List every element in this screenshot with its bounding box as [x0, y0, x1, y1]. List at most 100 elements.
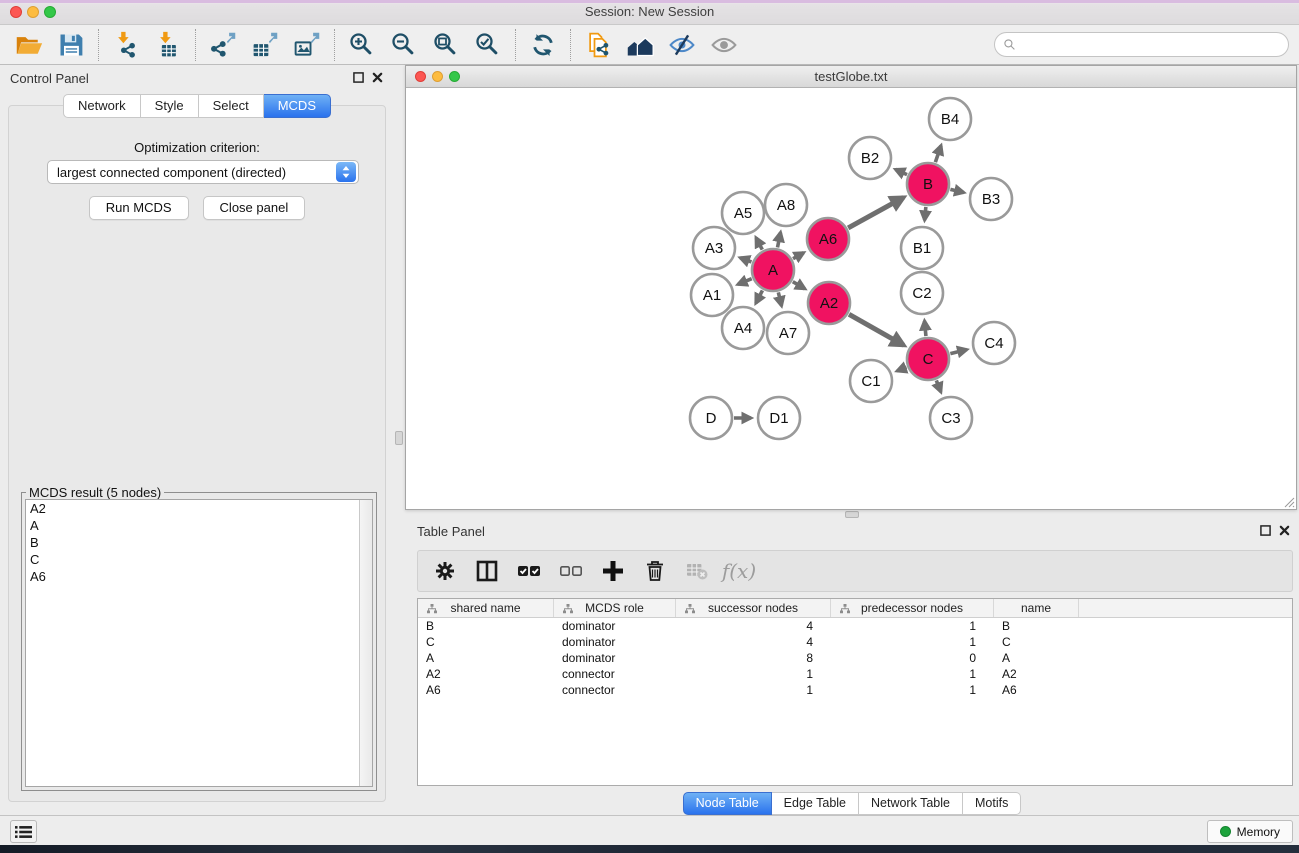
graph-node-A5[interactable]: A5: [722, 192, 764, 234]
mcds-result-item-c[interactable]: C: [26, 551, 372, 568]
window-resize-grip[interactable]: [1282, 495, 1295, 508]
home-button[interactable]: [619, 27, 661, 63]
column-header-shared-name[interactable]: shared name: [418, 599, 554, 617]
column-header-name[interactable]: name: [994, 599, 1079, 617]
table-row[interactable]: Bdominator41B: [418, 618, 1292, 634]
network-from-file-button[interactable]: [577, 27, 619, 63]
close-panel-action-button[interactable]: Close panel: [203, 196, 306, 220]
graph-node-A6[interactable]: A6: [807, 218, 849, 260]
graph-node-C3[interactable]: C3: [930, 397, 972, 439]
select-all-columns-button[interactable]: [510, 553, 548, 589]
graph-node-C2[interactable]: C2: [901, 272, 943, 314]
graph-edge-A-A8[interactable]: [778, 232, 781, 247]
column-header-mcds-role[interactable]: MCDS role: [554, 599, 676, 617]
create-column-button[interactable]: [594, 553, 632, 589]
search-input[interactable]: [1016, 38, 1288, 52]
tab-edge-table[interactable]: Edge Table: [772, 792, 859, 815]
export-image-button[interactable]: [286, 27, 328, 63]
tab-node-table[interactable]: Node Table: [683, 792, 772, 815]
close-panel-button[interactable]: [371, 71, 384, 84]
graph-edge-A-A6[interactable]: [793, 253, 804, 259]
unselect-all-columns-button[interactable]: [552, 553, 590, 589]
graph-node-A2[interactable]: A2: [808, 282, 850, 324]
network-graph-canvas[interactable]: AA1A2A3A4A5A6A7A8BB1B2B3B4CC1C2C3C4DD1: [406, 89, 1296, 509]
show-all-button[interactable]: [703, 27, 745, 63]
graph-edge-A2-C[interactable]: [849, 314, 904, 345]
search-box[interactable]: [994, 32, 1289, 57]
graph-node-C4[interactable]: C4: [973, 322, 1015, 364]
column-header-successor-nodes[interactable]: successor nodes: [676, 599, 831, 617]
zoom-fit-button[interactable]: [425, 27, 467, 63]
refresh-button[interactable]: [522, 27, 564, 63]
graph-edge-A-A3[interactable]: [740, 258, 751, 262]
float-panel-button[interactable]: [352, 71, 365, 84]
tab-mcds[interactable]: MCDS: [264, 94, 331, 118]
graph-edge-A6-B[interactable]: [848, 197, 903, 227]
table-row[interactable]: Cdominator41C: [418, 634, 1292, 650]
graph-node-B1[interactable]: B1: [901, 227, 943, 269]
mcds-result-item-a6[interactable]: A6: [26, 568, 372, 585]
graph-edge-A-A7[interactable]: [778, 292, 781, 305]
mcds-result-item-a2[interactable]: A2: [26, 500, 372, 517]
zoom-out-button[interactable]: [383, 27, 425, 63]
import-table-button[interactable]: [147, 27, 189, 63]
export-network-button[interactable]: [202, 27, 244, 63]
graph-edge-C-C4[interactable]: [950, 350, 966, 354]
zoom-selected-button[interactable]: [467, 27, 509, 63]
horizontal-splitter-grip[interactable]: [845, 511, 859, 518]
mcds-result-item-a[interactable]: A: [26, 517, 372, 534]
graph-edge-B-B4[interactable]: [935, 146, 941, 163]
column-header-predecessor-nodes[interactable]: predecessor nodes: [831, 599, 994, 617]
import-network-button[interactable]: [105, 27, 147, 63]
graph-node-D[interactable]: D: [690, 397, 732, 439]
graph-edge-B-B2[interactable]: [896, 169, 907, 174]
tab-style[interactable]: Style: [141, 94, 199, 118]
memory-button[interactable]: Memory: [1207, 820, 1293, 843]
graph-node-A8[interactable]: A8: [765, 184, 807, 226]
vertical-splitter-grip[interactable]: [395, 431, 403, 445]
graph-node-B3[interactable]: B3: [970, 178, 1012, 220]
tab-network[interactable]: Network: [63, 94, 141, 118]
tab-motifs[interactable]: Motifs: [963, 792, 1021, 815]
hide-selected-button[interactable]: [661, 27, 703, 63]
table-settings-button[interactable]: [426, 553, 464, 589]
graph-node-A7[interactable]: A7: [767, 312, 809, 354]
close-table-panel-button[interactable]: [1278, 524, 1291, 537]
graph-edge-C-C1[interactable]: [897, 367, 906, 371]
zoom-in-button[interactable]: [341, 27, 383, 63]
graph-edge-B-B1[interactable]: [925, 207, 926, 220]
mcds-result-item-b[interactable]: B: [26, 534, 372, 551]
graph-node-C[interactable]: C: [907, 338, 949, 380]
graph-edge-B-B3[interactable]: [950, 189, 963, 192]
delete-columns-button[interactable]: [636, 553, 674, 589]
graph-node-C1[interactable]: C1: [850, 360, 892, 402]
node-table[interactable]: shared nameMCDS rolesuccessor nodesprede…: [417, 598, 1293, 786]
graph-edge-A-A2[interactable]: [793, 282, 805, 289]
save-session-button[interactable]: [50, 27, 92, 63]
graph-node-B4[interactable]: B4: [929, 98, 971, 140]
graph-edge-A-A5[interactable]: [756, 238, 762, 250]
tab-select[interactable]: Select: [199, 94, 264, 118]
graph-edge-C-C3[interactable]: [936, 380, 940, 391]
graph-node-B[interactable]: B: [907, 163, 949, 205]
network-window-titlebar[interactable]: testGlobe.txt: [406, 66, 1296, 88]
mcds-result-scrollbar[interactable]: [359, 500, 372, 786]
graph-node-D1[interactable]: D1: [758, 397, 800, 439]
float-table-panel-button[interactable]: [1259, 524, 1272, 537]
mcds-result-list[interactable]: A2ABCA6: [25, 499, 373, 787]
table-row[interactable]: Adominator80A: [418, 650, 1292, 666]
graph-node-A[interactable]: A: [752, 249, 794, 291]
graph-edge-C-C2[interactable]: [925, 321, 926, 336]
graph-node-A3[interactable]: A3: [693, 227, 735, 269]
graph-node-B2[interactable]: B2: [849, 137, 891, 179]
graph-edge-A-A1[interactable]: [738, 279, 752, 285]
open-session-button[interactable]: [8, 27, 50, 63]
graph-node-A1[interactable]: A1: [691, 274, 733, 316]
graph-edge-A-A4[interactable]: [756, 290, 763, 303]
table-row[interactable]: A6connector11A6: [418, 682, 1292, 698]
table-row[interactable]: A2connector11A2: [418, 666, 1292, 682]
export-table-button[interactable]: [244, 27, 286, 63]
show-columns-button[interactable]: [468, 553, 506, 589]
optimization-criterion-select[interactable]: largest connected component (directed): [47, 160, 359, 184]
run-mcds-button[interactable]: Run MCDS: [89, 196, 189, 220]
